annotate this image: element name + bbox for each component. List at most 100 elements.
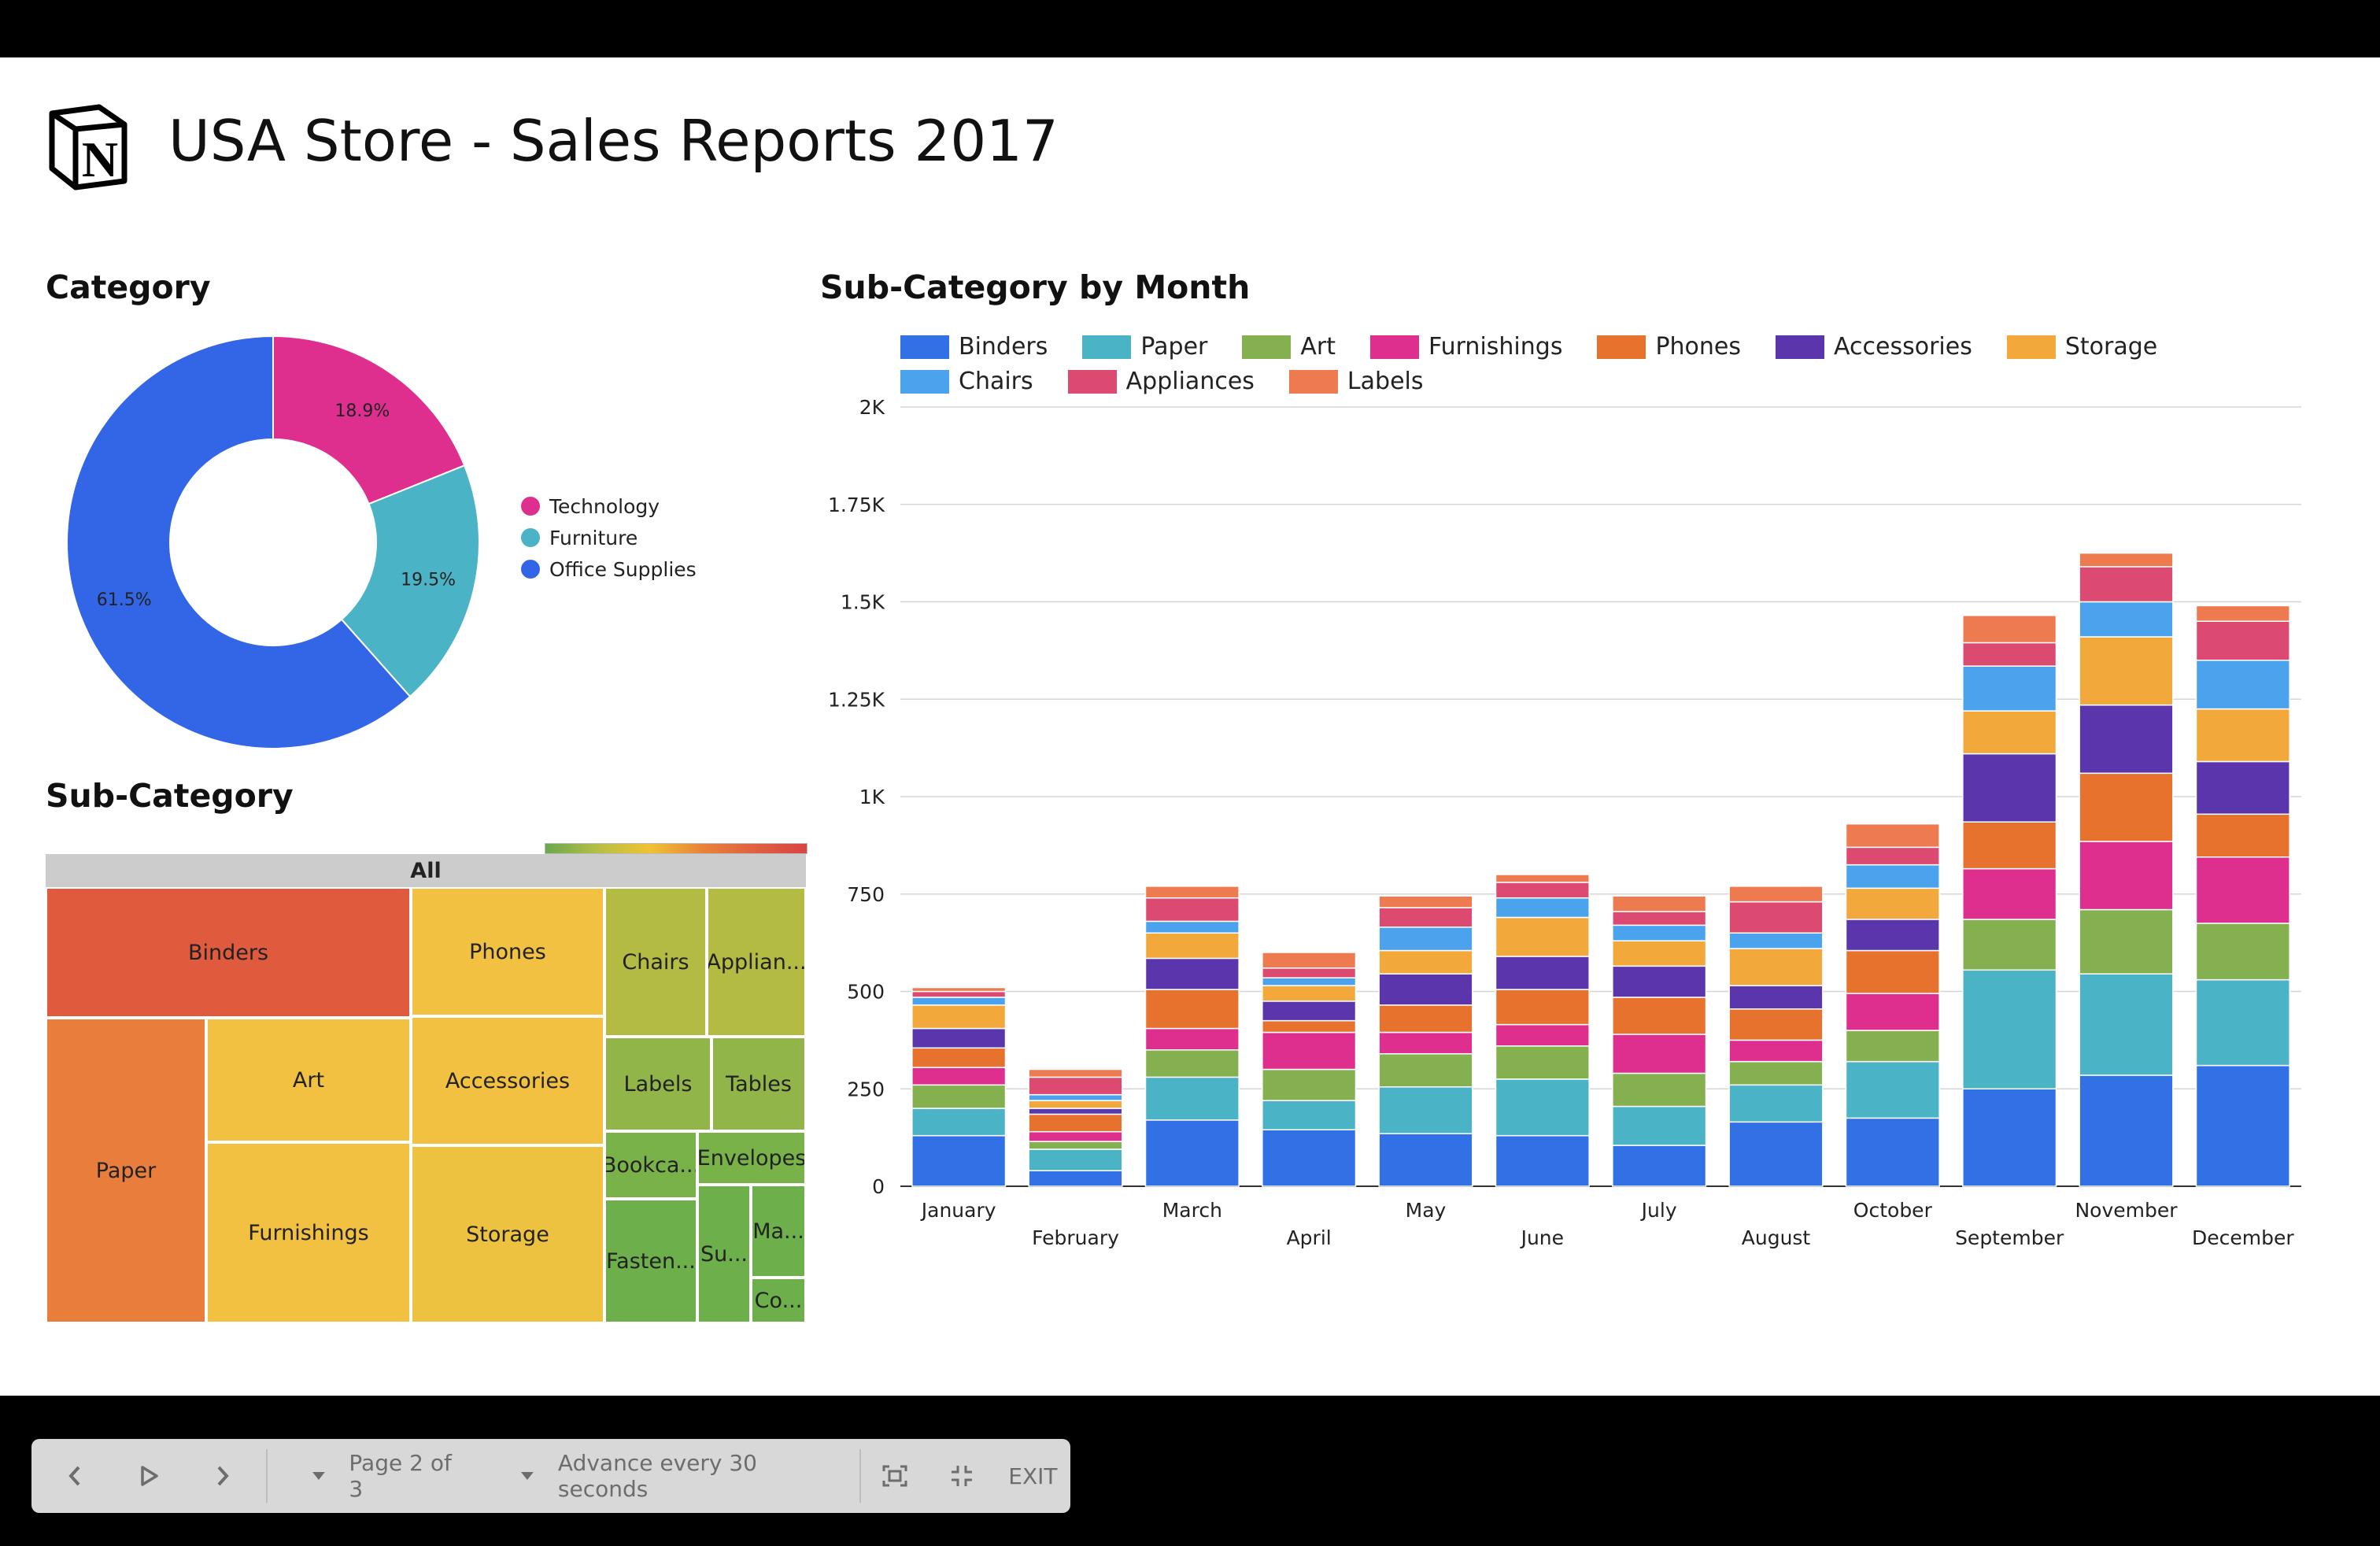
bar-segment-appliances[interactable] xyxy=(2079,566,2174,603)
bar-segment-storage[interactable] xyxy=(1144,932,1240,960)
month-legend-item[interactable]: Binders xyxy=(900,333,1048,361)
bar-segment-appliances[interactable] xyxy=(1612,911,1707,926)
month-legend-item[interactable]: Appliances xyxy=(1067,368,1255,395)
bar-segment-furnishings[interactable] xyxy=(1262,1031,1357,1071)
bar-segment-chairs[interactable] xyxy=(2079,601,2174,638)
bar-segment-labels[interactable] xyxy=(1612,895,1707,912)
bar-segment-phones[interactable] xyxy=(2195,813,2290,858)
bar-segment-labels[interactable] xyxy=(1728,886,1824,903)
bar-segment-phones[interactable] xyxy=(1728,1008,1824,1041)
bar-segment-art[interactable] xyxy=(2195,923,2290,981)
bar-segment-accessories[interactable] xyxy=(1845,919,1940,952)
bar-segment-furnishings[interactable] xyxy=(1378,1031,1473,1055)
bar-segment-furnishings[interactable] xyxy=(1845,993,1940,1031)
bar-segment-art[interactable] xyxy=(1612,1072,1707,1108)
bar-segment-appliances[interactable] xyxy=(1378,907,1473,928)
bar-segment-binders[interactable] xyxy=(1378,1133,1473,1187)
bar-segment-storage[interactable] xyxy=(1378,949,1473,975)
bar-segment-art[interactable] xyxy=(1028,1141,1123,1150)
bar-segment-furnishings[interactable] xyxy=(1612,1034,1707,1074)
bar-segment-storage[interactable] xyxy=(1612,940,1707,967)
bar-segment-paper[interactable] xyxy=(911,1108,1007,1137)
bar-segment-binders[interactable] xyxy=(1495,1134,1590,1187)
bar-segment-phones[interactable] xyxy=(1962,821,2057,870)
bar-segment-labels[interactable] xyxy=(1962,615,2057,644)
bar-segment-phones[interactable] xyxy=(1495,989,1590,1026)
month-legend-item[interactable]: Labels xyxy=(1288,368,1423,395)
bar-segment-furnishings[interactable] xyxy=(2079,841,2174,911)
bar-segment-storage[interactable] xyxy=(2195,708,2290,763)
bar-segment-appliances[interactable] xyxy=(1728,901,1824,934)
bar-segment-appliances[interactable] xyxy=(1495,882,1590,899)
bar-segment-furnishings[interactable] xyxy=(1962,867,2057,920)
month-legend-item[interactable]: Furnishings xyxy=(1370,333,1562,361)
bar-segment-art[interactable] xyxy=(911,1084,1007,1109)
bar-segment-phones[interactable] xyxy=(1144,989,1240,1030)
month-legend-item[interactable]: Chairs xyxy=(900,368,1033,395)
bar-segment-chairs[interactable] xyxy=(1962,665,2057,712)
bar-segment-furnishings[interactable] xyxy=(1728,1039,1824,1063)
bar-segment-chairs[interactable] xyxy=(1495,897,1590,919)
bar-segment-phones[interactable] xyxy=(1845,949,1940,994)
bar-segment-accessories[interactable] xyxy=(2079,704,2174,775)
bar-segment-chairs[interactable] xyxy=(2195,660,2290,710)
bar-segment-accessories[interactable] xyxy=(1378,973,1473,1006)
bar-segment-labels[interactable] xyxy=(1378,895,1473,908)
bar-segment-chairs[interactable] xyxy=(1845,864,1940,890)
bar-segment-art[interactable] xyxy=(1378,1052,1473,1088)
bar-segment-labels[interactable] xyxy=(1028,1068,1123,1078)
bar-segment-appliances[interactable] xyxy=(1144,897,1240,923)
bar-segment-art[interactable] xyxy=(1144,1049,1240,1078)
fit-to-screen-button[interactable] xyxy=(861,1439,928,1513)
bar-segment-paper[interactable] xyxy=(1262,1100,1357,1130)
bar-segment-art[interactable] xyxy=(1262,1068,1357,1101)
exit-button[interactable]: EXIT xyxy=(996,1439,1070,1513)
bar-segment-phones[interactable] xyxy=(1378,1004,1473,1034)
bar-segment-labels[interactable] xyxy=(911,986,1007,993)
bar-segment-chairs[interactable] xyxy=(1378,926,1473,952)
bar-segment-paper[interactable] xyxy=(1028,1148,1123,1171)
bar-segment-paper[interactable] xyxy=(1378,1086,1473,1134)
bar-segment-phones[interactable] xyxy=(1262,1019,1357,1034)
bar-segment-labels[interactable] xyxy=(1144,886,1240,899)
bar-segment-storage[interactable] xyxy=(1495,916,1590,957)
bar-segment-phones[interactable] xyxy=(1028,1113,1123,1133)
bar-segment-storage[interactable] xyxy=(1728,948,1824,986)
month-legend-item[interactable]: Paper xyxy=(1082,333,1207,361)
bar-segment-art[interactable] xyxy=(1962,919,2057,971)
bar-segment-binders[interactable] xyxy=(1262,1129,1357,1187)
bar-segment-labels[interactable] xyxy=(2195,605,2290,623)
bar-segment-accessories[interactable] xyxy=(2195,760,2290,816)
bar-segment-storage[interactable] xyxy=(1845,887,1940,920)
bar-segment-labels[interactable] xyxy=(2079,552,2174,568)
exit-fullscreen-button[interactable] xyxy=(928,1439,995,1513)
bar-segment-accessories[interactable] xyxy=(1612,965,1707,998)
bar-segment-appliances[interactable] xyxy=(1262,967,1357,978)
bar-segment-appliances[interactable] xyxy=(2195,620,2290,661)
bar-segment-accessories[interactable] xyxy=(1262,1000,1357,1022)
bar-segment-storage[interactable] xyxy=(911,1004,1007,1030)
bar-segment-chairs[interactable] xyxy=(911,997,1007,1006)
bar-segment-labels[interactable] xyxy=(1495,874,1590,883)
bar-segment-storage[interactable] xyxy=(1028,1100,1123,1109)
bar-segment-accessories[interactable] xyxy=(1495,956,1590,990)
previous-page-button[interactable] xyxy=(31,1439,117,1513)
bar-segment-binders[interactable] xyxy=(2195,1064,2290,1187)
page-selector[interactable]: Page 2 of 3 xyxy=(268,1439,471,1513)
bar-segment-storage[interactable] xyxy=(1962,710,2057,755)
bar-segment-phones[interactable] xyxy=(2079,772,2174,842)
bar-segment-chairs[interactable] xyxy=(1144,920,1240,934)
bar-segment-chairs[interactable] xyxy=(1262,977,1357,986)
bar-segment-binders[interactable] xyxy=(1612,1145,1707,1187)
bar-segment-furnishings[interactable] xyxy=(911,1067,1007,1086)
bar-segment-art[interactable] xyxy=(1495,1045,1590,1080)
month-legend-item[interactable]: Accessories xyxy=(1776,333,1972,361)
bar-segment-appliances[interactable] xyxy=(911,990,1007,998)
bar-segment-accessories[interactable] xyxy=(1962,753,2057,823)
bar-segment-paper[interactable] xyxy=(1728,1084,1824,1123)
play-button[interactable] xyxy=(117,1439,179,1513)
bar-segment-labels[interactable] xyxy=(1262,952,1357,969)
bar-segment-binders[interactable] xyxy=(1144,1119,1240,1187)
bar-segment-paper[interactable] xyxy=(1144,1076,1240,1121)
bar-segment-paper[interactable] xyxy=(1845,1060,1940,1119)
